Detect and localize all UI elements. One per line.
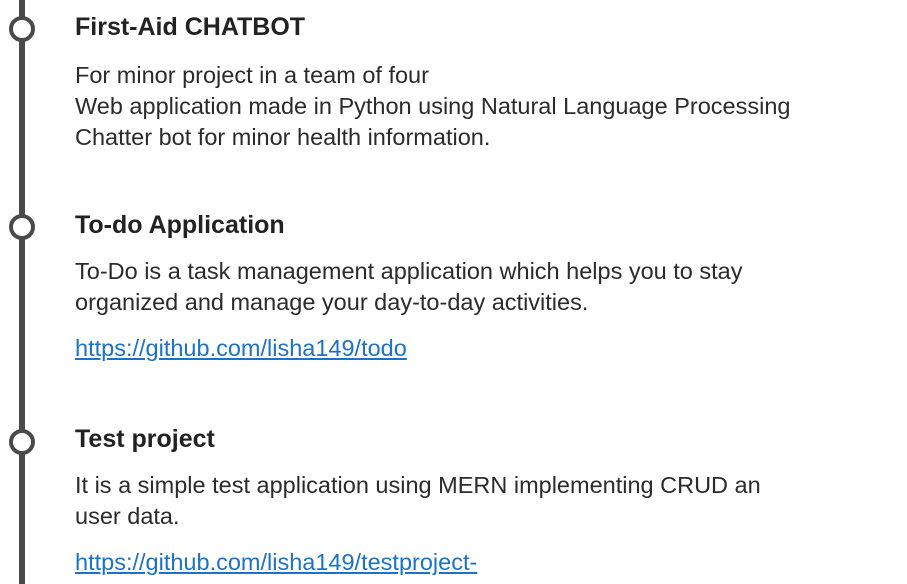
github-link-testproject[interactable]: https://github.com/lisha149/testproject- — [75, 547, 895, 577]
project-entry-todo-application: To-do Application To-Do is a task manage… — [75, 210, 895, 363]
project-description: To-Do is a task management application w… — [75, 256, 895, 318]
project-title: To-do Application — [75, 211, 285, 239]
project-description-line: Chatter bot for minor health information… — [75, 124, 491, 150]
project-title: Test project — [75, 425, 215, 453]
project-description-line: It is a simple test application using ME… — [75, 472, 761, 498]
projects-timeline: First-Aid CHATBOT For minor project in a… — [0, 0, 907, 584]
project-description-line: To-Do is a task management application w… — [75, 258, 743, 284]
project-entry-first-aid-chatbot: First-Aid CHATBOT For minor project in a… — [75, 12, 895, 153]
timeline-node-icon — [9, 214, 35, 240]
project-description: For minor project in a team of four Web … — [75, 60, 895, 153]
project-description-line: Web application made in Python using Nat… — [75, 93, 791, 119]
project-entry-test-project: Test project It is a simple test applica… — [75, 424, 895, 577]
project-description-line: user data. — [75, 503, 180, 529]
github-link-todo[interactable]: https://github.com/lisha149/todo — [75, 333, 895, 363]
timeline-node-icon — [9, 429, 35, 455]
project-description-line: For minor project in a team of four — [75, 62, 429, 88]
timeline-node-icon — [9, 16, 35, 42]
project-description-line: organized and manage your day-to-day act… — [75, 289, 589, 315]
project-title: First-Aid CHATBOT — [75, 13, 306, 41]
project-description: It is a simple test application using ME… — [75, 470, 895, 532]
timeline-line — [19, 0, 25, 584]
